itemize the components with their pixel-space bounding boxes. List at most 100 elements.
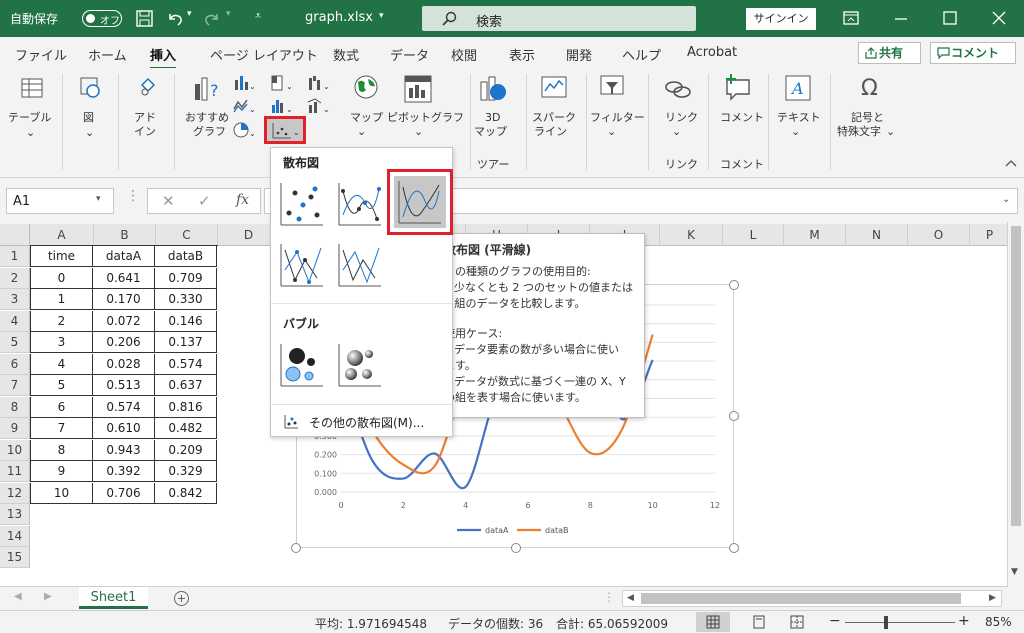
scatter-chart-button[interactable]: ⌄ [264, 116, 306, 144]
table-cell[interactable]: 10 [30, 482, 93, 504]
bubble-option[interactable] [277, 340, 327, 390]
row-header[interactable]: 11 [0, 461, 30, 482]
table-cell[interactable]: dataA [93, 246, 155, 267]
row-header[interactable]: 9 [0, 418, 30, 439]
table-cell[interactable]: 0.842 [155, 482, 217, 504]
zoom-out-icon[interactable]: − [829, 613, 841, 629]
table-cell[interactable]: 0.574 [93, 396, 155, 418]
undo-icon[interactable] [166, 10, 184, 27]
tab-review[interactable]: 校閲 [451, 45, 477, 64]
scatter-smooth-lines-option[interactable] [387, 169, 453, 235]
tab-page-layout[interactable]: ページ レイアウト [210, 45, 318, 64]
table-cell[interactable]: 0.330 [155, 289, 217, 310]
row-header[interactable]: 10 [0, 439, 30, 461]
row-header[interactable]: 1 [0, 246, 30, 267]
scroll-sheets-left-icon[interactable]: ◀ [14, 591, 22, 602]
cancel-entry-icon[interactable]: ✕ [162, 192, 175, 210]
tab-help[interactable]: ヘルプ [622, 45, 661, 64]
table-cell[interactable]: 0.513 [93, 375, 155, 396]
page-break-view-icon[interactable] [790, 615, 804, 629]
text-icon[interactable]: A [784, 74, 812, 102]
table-cell[interactable]: 0.137 [155, 332, 217, 353]
table-cell[interactable]: 0.072 [93, 310, 155, 332]
pivot-chart-icon[interactable] [403, 74, 433, 104]
table-cell[interactable]: 0.706 [93, 482, 155, 504]
ribbon-display-icon[interactable] [843, 11, 859, 25]
scroll-down-icon[interactable]: ▼ [1011, 567, 1018, 577]
row-header[interactable]: 8 [0, 396, 30, 418]
table-cell[interactable]: 0.709 [155, 267, 217, 289]
normal-view-button[interactable] [696, 612, 730, 632]
row-header[interactable]: 2 [0, 267, 30, 289]
table-icon[interactable] [20, 76, 44, 100]
sheet-tab-sheet1[interactable]: Sheet1 [79, 587, 148, 609]
table-cell[interactable]: 0.206 [93, 332, 155, 353]
pie-chart-icon[interactable]: ⌄ [233, 121, 257, 139]
hierarchy-chart-icon[interactable]: ⌄ [270, 74, 294, 92]
vertical-scrollbar[interactable]: ▼ [1007, 222, 1024, 587]
undo-dropdown-icon[interactable]: ▾ [187, 9, 192, 19]
column-chart-icon[interactable]: ⌄ [233, 74, 255, 92]
addins-icon[interactable] [136, 76, 160, 100]
table-cell[interactable]: 0.816 [155, 396, 217, 418]
table-cell[interactable]: 0.610 [93, 418, 155, 439]
autosave-toggle[interactable]: オフ [82, 10, 122, 27]
table-cell[interactable]: 5 [30, 375, 93, 396]
maps-icon[interactable] [352, 74, 380, 104]
new-sheet-icon[interactable] [173, 590, 190, 607]
signin-button[interactable]: サインイン [746, 8, 816, 30]
select-all-corner[interactable] [0, 224, 30, 246]
illustrations-icon[interactable] [78, 76, 102, 100]
table-cell[interactable]: 0.170 [93, 289, 155, 310]
zoom-level[interactable]: 85% [985, 615, 1012, 629]
zoom-slider[interactable] [845, 622, 955, 623]
name-box-dropdown-icon[interactable]: ▾ [96, 194, 101, 204]
tab-developer[interactable]: 開発 [566, 45, 592, 64]
symbols-icon[interactable]: Ω [858, 74, 884, 100]
tab-view[interactable]: 表示 [509, 45, 535, 64]
chart-resize-handle[interactable] [511, 543, 521, 553]
insert-comment-icon[interactable] [724, 72, 754, 102]
column-header[interactable]: L [723, 224, 784, 246]
expand-formula-icon[interactable]: ⌄ [1002, 194, 1010, 205]
scatter-smooth-markers-option[interactable] [335, 179, 385, 229]
table-cell[interactable]: 7 [30, 418, 93, 439]
table-cell[interactable]: 2 [30, 310, 93, 332]
more-scatter-charts-link[interactable]: その他の散布図(M)... [309, 414, 424, 431]
line-chart-icon[interactable]: ⌄ [233, 97, 257, 115]
chart-resize-handle[interactable] [729, 543, 739, 553]
table-dropdown-icon[interactable]: ⌄ [26, 126, 35, 140]
zoom-in-icon[interactable]: + [958, 613, 970, 629]
column-header[interactable]: K [660, 224, 723, 246]
vscroll-thumb[interactable] [1011, 226, 1021, 526]
tab-data[interactable]: データ [390, 45, 429, 64]
table-cell[interactable]: 8 [30, 439, 93, 461]
chart-resize-handle[interactable] [729, 411, 739, 421]
table-cell[interactable]: 6 [30, 396, 93, 418]
table-cell[interactable]: 9 [30, 461, 93, 482]
row-header[interactable]: 7 [0, 375, 30, 396]
comments-button[interactable]: コメント [930, 42, 1016, 64]
table-cell[interactable]: 0.028 [93, 353, 155, 375]
row-header[interactable]: 14 [0, 525, 30, 547]
scroll-right-icon[interactable]: ▶ [989, 593, 996, 603]
column-header[interactable]: O [908, 224, 970, 246]
table-cell[interactable]: 3 [30, 332, 93, 353]
chart-resize-handle[interactable] [291, 543, 301, 553]
customize-qat-icon[interactable]: ⩡ [255, 9, 261, 23]
column-header[interactable]: N [846, 224, 908, 246]
tab-file[interactable]: ファイル [15, 45, 67, 64]
table-cell[interactable]: dataB [155, 246, 217, 267]
close-icon[interactable] [992, 11, 1006, 25]
column-header[interactable]: M [784, 224, 846, 246]
horizontal-scrollbar[interactable]: ◀ ▶ [622, 590, 1002, 607]
waterfall-chart-icon[interactable]: ⌄ [307, 74, 331, 92]
scroll-sheets-right-icon[interactable]: ▶ [44, 591, 52, 602]
combo-chart-icon[interactable]: ⌄ [307, 97, 331, 115]
hscroll-grip-icon[interactable]: ⋮ [603, 590, 615, 604]
scatter-straight-lines-option[interactable] [335, 240, 385, 290]
3d-bubble-option[interactable] [335, 340, 385, 390]
row-header[interactable]: 5 [0, 332, 30, 353]
row-header[interactable]: 6 [0, 353, 30, 375]
row-header[interactable]: 4 [0, 310, 30, 332]
